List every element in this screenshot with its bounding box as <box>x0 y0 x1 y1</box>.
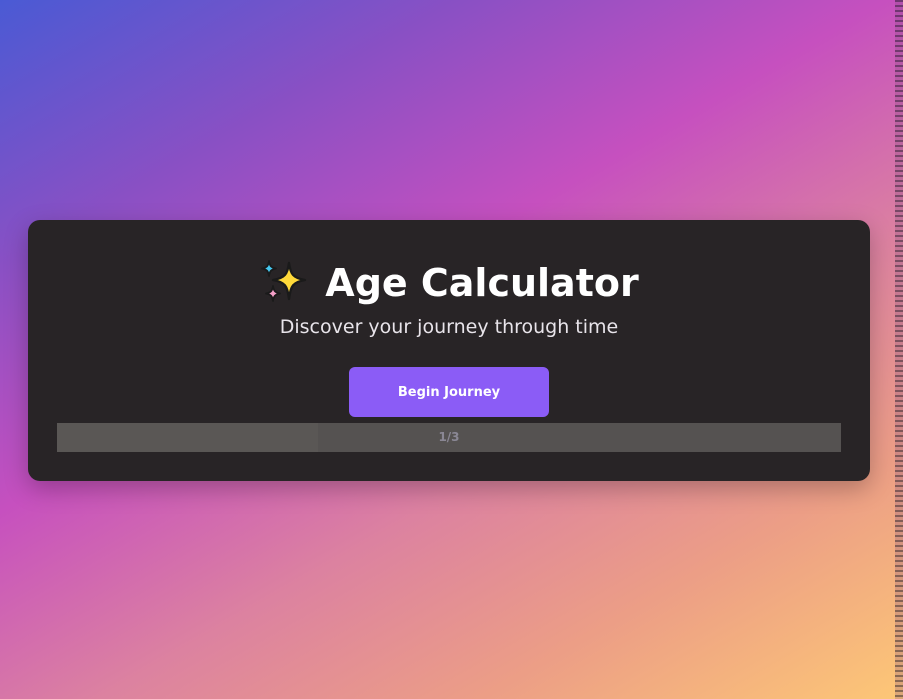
progress-bar: 1/3 <box>57 423 841 452</box>
age-calculator-card: Age Calculator Discover your journey thr… <box>28 220 870 481</box>
window-edge-strip <box>895 0 903 699</box>
progress-step-label: 1/3 <box>438 430 460 444</box>
page-title: Age Calculator <box>325 261 639 305</box>
title-row: Age Calculator <box>28 256 870 310</box>
page-subtitle: Discover your journey through time <box>279 316 619 338</box>
sparkles-icon <box>261 260 307 302</box>
begin-journey-button[interactable]: Begin Journey <box>349 367 549 417</box>
